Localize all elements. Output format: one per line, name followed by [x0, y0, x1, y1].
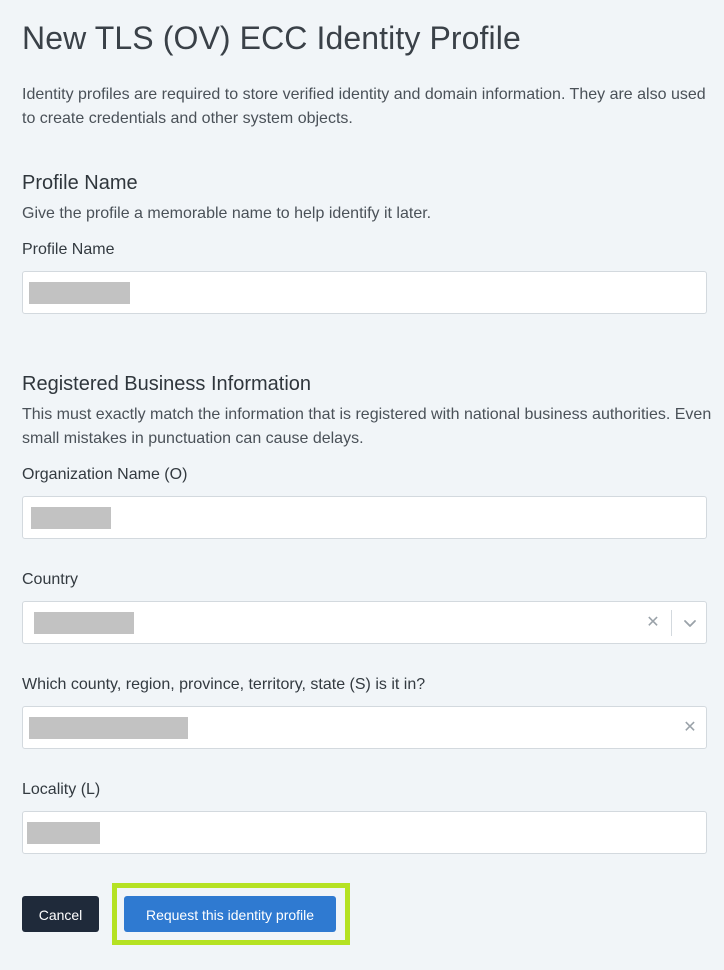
select-divider [671, 610, 672, 636]
profile-name-label: Profile Name [22, 241, 115, 258]
redacted-value [27, 822, 100, 844]
profile-name-heading: Profile Name [22, 172, 138, 194]
business-info-description: This must exactly match the information … [22, 406, 712, 447]
organization-name-label: Organization Name (O) [22, 466, 188, 483]
redacted-value [34, 612, 134, 634]
close-icon[interactable]: ✕ [680, 718, 700, 738]
page-intro: Identity profiles are required to store … [22, 86, 706, 127]
business-info-heading: Registered Business Information [22, 373, 312, 395]
organization-name-input[interactable] [22, 496, 707, 539]
state-select[interactable]: ✕ [22, 706, 707, 749]
chevron-down-icon[interactable] [680, 613, 700, 633]
close-icon[interactable]: ✕ [643, 613, 663, 633]
country-select[interactable]: ✕ [22, 601, 707, 644]
redacted-value [29, 282, 130, 304]
request-identity-profile-button[interactable]: Request this identity profile [124, 896, 336, 932]
locality-input[interactable] [22, 811, 707, 854]
redacted-value [29, 717, 188, 739]
page-title: New TLS (OV) ECC Identity Profile [22, 20, 521, 56]
state-label: Which county, region, province, territor… [22, 676, 426, 693]
profile-name-input[interactable] [22, 271, 707, 314]
country-label: Country [22, 571, 79, 588]
locality-label: Locality (L) [22, 781, 101, 798]
profile-name-description: Give the profile a memorable name to hel… [22, 205, 432, 222]
cancel-button[interactable]: Cancel [22, 896, 99, 932]
redacted-value [31, 507, 111, 529]
